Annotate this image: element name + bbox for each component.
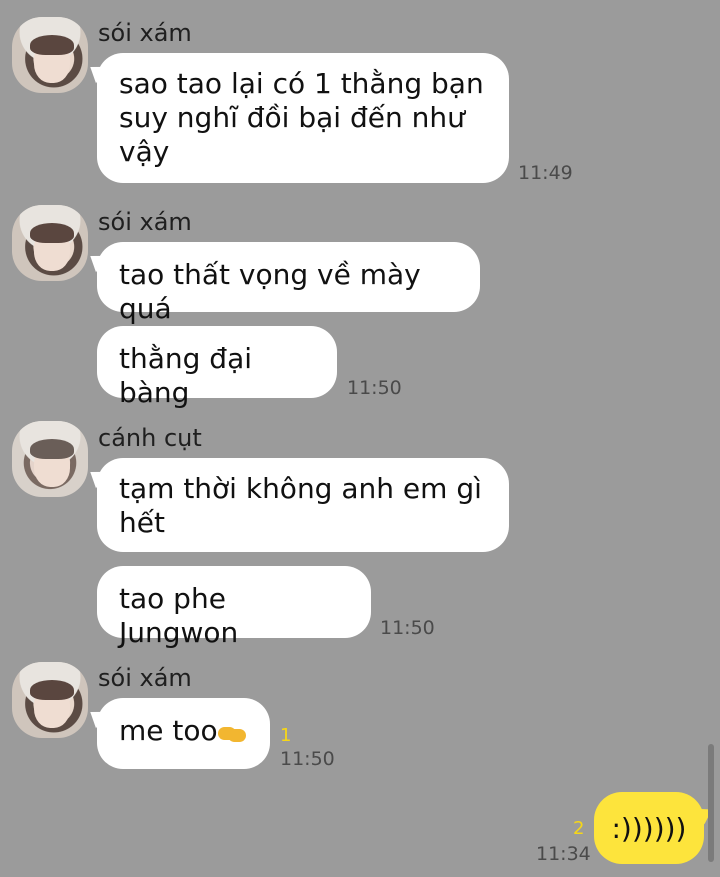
unread-count: 1 — [280, 725, 292, 746]
scrollbar[interactable] — [708, 744, 714, 862]
sender-name: sói xám — [98, 664, 192, 692]
message-bubble[interactable]: tạm thời không anh em gì hết — [97, 458, 509, 552]
sender-name: cánh cụt — [98, 424, 202, 452]
message-text: me too — [119, 714, 218, 747]
message-bubble[interactable]: tao thất vọng về mày quá — [97, 242, 480, 325]
message-bubble[interactable]: me too — [97, 698, 270, 769]
message-bubble[interactable]: thằng đại bàng — [97, 326, 337, 409]
message-time: 11:34 — [536, 843, 591, 865]
message-time: 11:50 — [380, 617, 435, 639]
chat-area: sói xám sao tao lại có 1 thằng bạn suy n… — [0, 0, 720, 877]
avatar[interactable] — [12, 662, 88, 738]
message-time: 11:50 — [347, 377, 402, 399]
avatar[interactable] — [12, 17, 88, 93]
sender-name: sói xám — [98, 19, 192, 47]
message-bubble[interactable]: tao phe Jungwon — [97, 566, 371, 649]
message-bubble[interactable]: sao tao lại có 1 thằng bạn suy nghĩ đồi … — [97, 53, 509, 183]
unread-count: 2 — [573, 818, 585, 839]
my-message-bubble[interactable]: :)))))) — [594, 792, 704, 864]
handshake-icon — [217, 722, 246, 744]
message-time: 11:49 — [518, 162, 573, 184]
sender-name: sói xám — [98, 208, 192, 236]
message-time: 11:50 — [280, 748, 335, 770]
avatar[interactable] — [12, 421, 88, 497]
avatar[interactable] — [12, 205, 88, 281]
